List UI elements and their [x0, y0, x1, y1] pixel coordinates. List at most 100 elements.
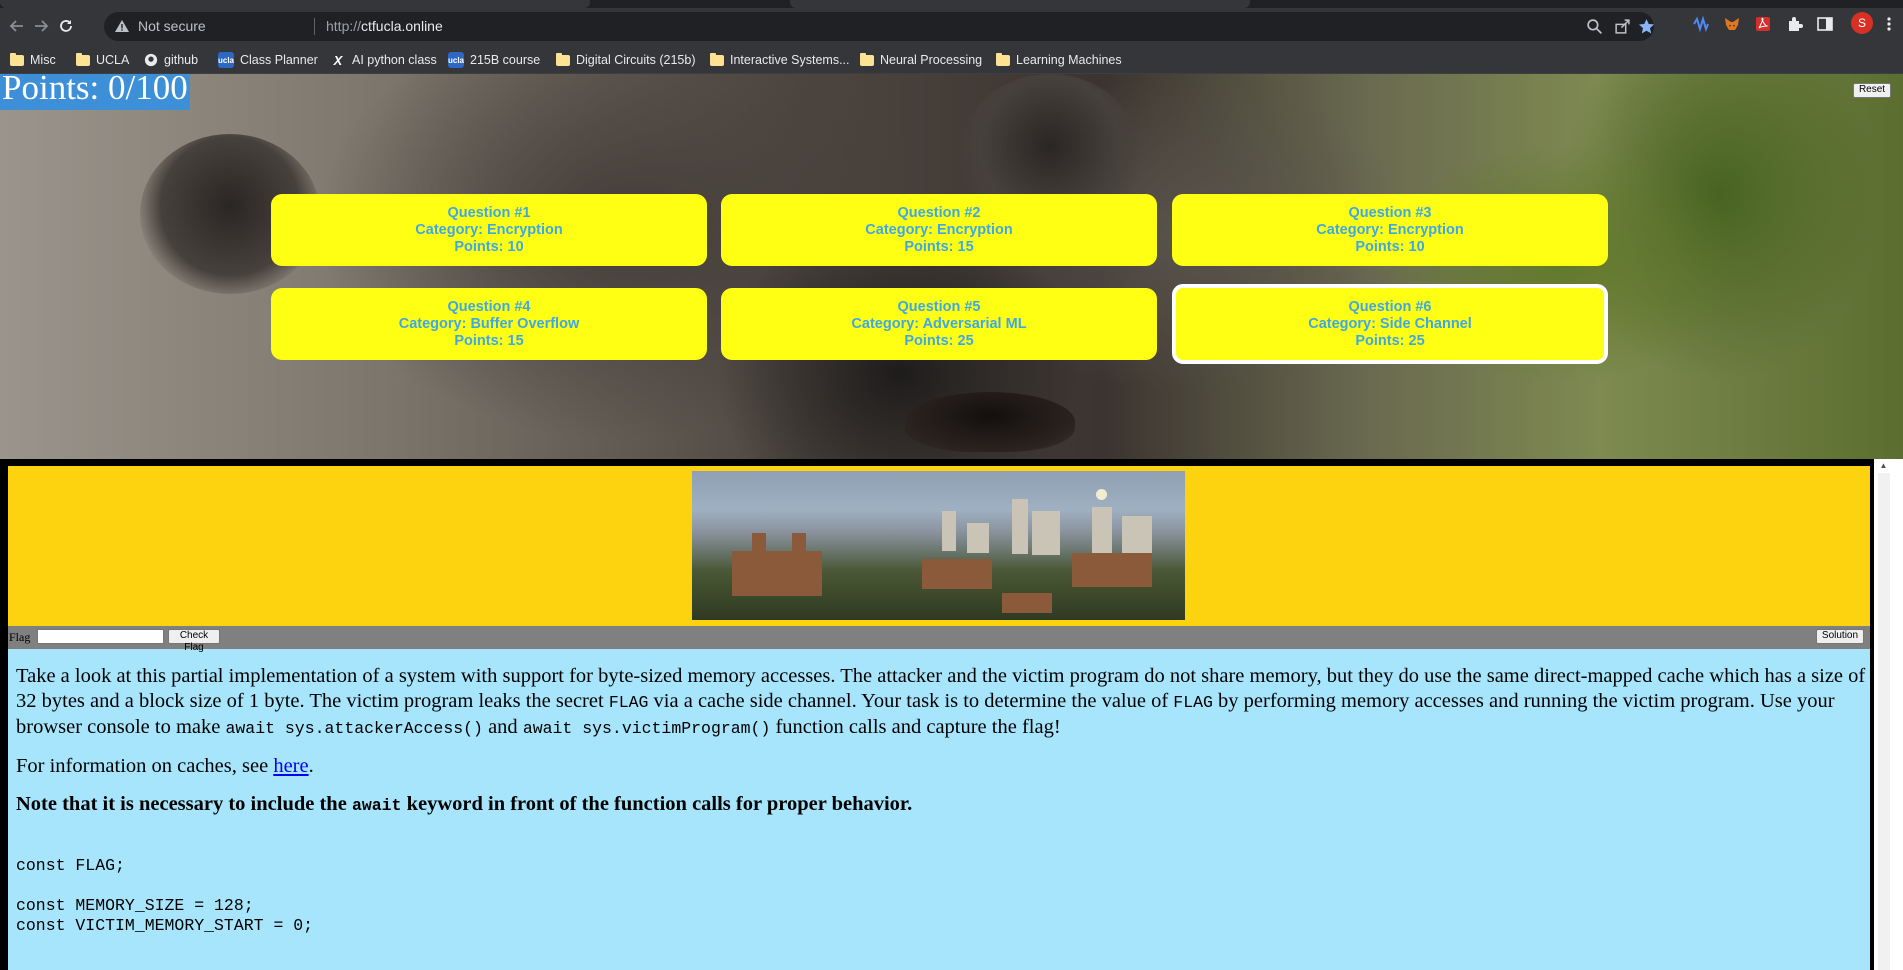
extension-wave-icon[interactable] — [1692, 15, 1710, 33]
security-status[interactable]: Not secure — [138, 18, 206, 34]
folder-icon — [76, 52, 90, 66]
arrow-left-icon — [9, 20, 23, 32]
bookmark-215b-course[interactable]: ucla 215B course — [448, 50, 540, 70]
question-card-5[interactable]: Question #5 Category: Adversarial ML Poi… — [721, 288, 1157, 360]
question-card-4[interactable]: Question #4 Category: Buffer Overflow Po… — [271, 288, 707, 360]
challenge-intro: Take a look at this partial implementati… — [16, 664, 1866, 741]
bookmark-label: Neural Processing — [880, 53, 983, 67]
ucla-icon: ucla — [448, 52, 464, 68]
forward-button[interactable] — [30, 15, 52, 37]
bookmark-class-planner[interactable]: ucla Class Planner — [218, 50, 318, 70]
question-card-6-selected[interactable]: Question #6 Category: Side Channel Point… — [1172, 284, 1608, 364]
url-scheme: http:// — [326, 18, 362, 34]
bookmark-digital-circuits[interactable]: Digital Circuits (215b) — [556, 50, 695, 70]
url-text[interactable]: http://ctfucla.online — [326, 18, 443, 34]
hero-background-bear: Points: 0/100 Reset Question #1 Category… — [0, 74, 1903, 459]
question-points: Points: 15 — [454, 332, 524, 349]
bookmarks-bar: Misc UCLA github ucla Class Planner X AI p… — [0, 45, 1903, 74]
reload-button[interactable] — [55, 15, 77, 37]
info-text: . — [308, 755, 314, 777]
bookmark-label: UCLA — [96, 53, 130, 67]
tab-strip — [0, 0, 1903, 8]
intro-text: function calls and capture the flag! — [770, 716, 1061, 738]
bookmark-star-icon[interactable] — [1638, 18, 1655, 35]
question-category: Category: Adversarial ML — [851, 315, 1027, 332]
question-card-3[interactable]: Question #3 Category: Encryption Points:… — [1172, 194, 1608, 266]
flag-label: Flag — [9, 630, 31, 644]
cache-info-link[interactable]: here — [273, 755, 308, 777]
question-card-1[interactable]: Question #1 Category: Encryption Points:… — [271, 194, 707, 266]
github-icon — [144, 53, 158, 67]
building — [922, 559, 992, 589]
question-category: Category: Buffer Overflow — [398, 315, 580, 332]
await-code: await — [351, 796, 402, 815]
bookmark-misc[interactable]: Misc — [10, 50, 56, 70]
check-flag-button[interactable]: Check Flag — [168, 629, 220, 653]
question-title: Question #3 — [1348, 204, 1432, 221]
question-points: Points: 10 — [454, 238, 524, 255]
bookmark-label: Misc — [30, 53, 56, 67]
code-line: const VICTIM_MEMORY_START = 0; — [16, 916, 314, 935]
pdf-icon[interactable] — [1754, 15, 1772, 33]
scroll-track[interactable] — [1878, 473, 1890, 970]
page-viewport: Points: 0/100 Reset Question #1 Category… — [0, 74, 1903, 970]
arrow-right-icon — [35, 20, 49, 32]
tab-next[interactable] — [790, 0, 1250, 8]
zoom-icon[interactable] — [1586, 18, 1603, 35]
challenge-panel[interactable]: Flag Check Flag Solution Take a look at … — [8, 466, 1870, 970]
question-category: Category: Encryption — [415, 221, 563, 238]
question-title: Question #1 — [447, 204, 531, 221]
bookmark-ai-python-class[interactable]: X AI python class — [330, 50, 437, 70]
metamask-fox-icon[interactable] — [1723, 15, 1741, 33]
campus-skyline-image — [692, 471, 1185, 620]
question-title: Question #4 — [447, 298, 531, 315]
solution-button[interactable]: Solution — [1816, 629, 1864, 644]
scroll-up-icon[interactable]: ▲ — [1877, 459, 1890, 472]
folder-icon — [860, 52, 874, 66]
question-title: Question #5 — [897, 298, 981, 315]
tower — [967, 523, 989, 553]
flag-code: FLAG — [608, 693, 649, 712]
folder-icon — [10, 52, 24, 66]
side-panel-icon[interactable] — [1816, 15, 1834, 33]
bookmark-interactive-systems[interactable]: Interactive Systems... — [710, 50, 849, 70]
question-title: Question #6 — [1348, 298, 1432, 315]
frame-scrollbar[interactable]: ▲ — [1874, 459, 1903, 970]
moon — [1096, 489, 1107, 500]
address-bar[interactable]: Not secure http://ctfucla.online — [104, 12, 1655, 41]
bookmark-learning-machines[interactable]: Learning Machines — [996, 50, 1122, 70]
profile-avatar[interactable]: S — [1851, 12, 1873, 34]
code-line: const FLAG; — [16, 856, 125, 875]
question-points: Points: 25 — [1355, 332, 1425, 349]
question-category: Category: Encryption — [1316, 221, 1464, 238]
cache-info: For information on caches, see here. — [16, 754, 1866, 779]
question-points: Points: 10 — [1355, 238, 1425, 255]
intro-text: and — [482, 716, 523, 738]
back-button[interactable] — [6, 15, 28, 37]
tower — [1122, 516, 1152, 556]
bookmark-neural-processing[interactable]: Neural Processing — [860, 50, 982, 70]
reset-button[interactable]: Reset — [1853, 83, 1891, 98]
building — [1072, 553, 1152, 587]
code-line: const MEMORY_SIZE = 128; — [16, 896, 254, 915]
flag-bar: Flag Check Flag Solution — [8, 626, 1870, 653]
bookmark-ucla[interactable]: UCLA — [76, 50, 129, 70]
note-text: Note that it is necessary to include the — [16, 793, 352, 815]
flag-input[interactable] — [37, 629, 164, 644]
building — [1002, 593, 1052, 613]
share-icon[interactable] — [1614, 18, 1631, 35]
tab-previous[interactable] — [0, 0, 590, 8]
challenge-banner — [8, 466, 1870, 626]
bookmark-github[interactable]: github — [144, 50, 198, 70]
challenge-frame: Flag Check Flag Solution Take a look at … — [0, 459, 1903, 970]
points-counter: Points: 0/100 — [0, 74, 190, 110]
victim-call-code: await sys.victimProgram() — [522, 719, 771, 738]
await-note: Note that it is necessary to include the… — [16, 792, 1866, 818]
tower — [942, 511, 956, 551]
warning-icon[interactable] — [114, 18, 130, 34]
question-card-2[interactable]: Question #2 Category: Encryption Points:… — [721, 194, 1157, 266]
kebab-menu-icon[interactable] — [1883, 15, 1895, 33]
question-points: Points: 25 — [904, 332, 974, 349]
puzzle-icon[interactable] — [1786, 15, 1804, 33]
note-text: keyword in front of the function calls f… — [401, 793, 913, 815]
